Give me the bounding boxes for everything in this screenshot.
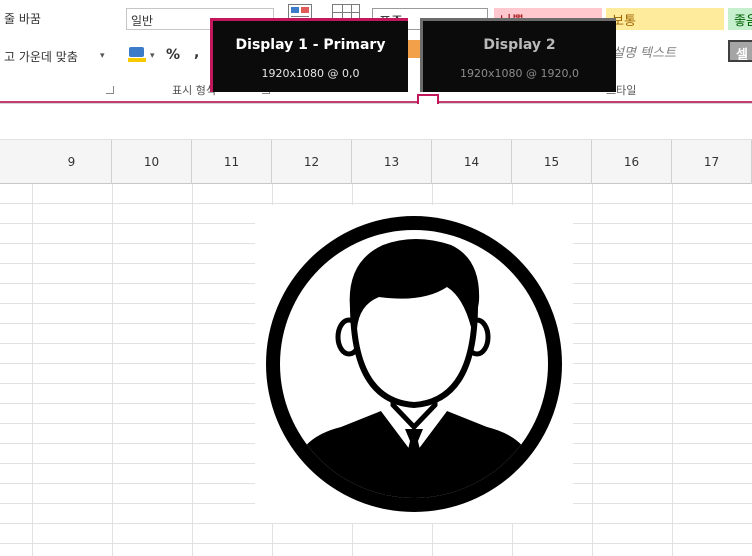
column-header[interactable]: 16 [592, 140, 672, 184]
column-header[interactable]: 15 [512, 140, 592, 184]
column-header-row: 9 10 11 12 13 14 15 16 17 [0, 140, 752, 184]
style-normal[interactable]: 보통 [606, 8, 724, 30]
merge-center-dropdown-icon[interactable]: ▾ [100, 51, 105, 61]
display-2-resolution: 1920x1080 @ 1920,0 [460, 67, 579, 80]
ribbon-accent-line [0, 101, 752, 103]
merge-center-button[interactable]: 고 가운데 맞춤 [4, 48, 78, 65]
column-header[interactable]: 9 [32, 140, 112, 184]
display-1-card[interactable]: Display 1 - Primary 1920x1080 @ 0,0 [210, 18, 408, 92]
number-format-value: 일반 [131, 14, 154, 28]
formula-bar-area[interactable] [0, 104, 752, 140]
style-check-cell[interactable]: 셀 [728, 40, 752, 62]
alignment-dialog-launcher-icon[interactable] [106, 86, 114, 94]
column-header[interactable]: 12 [272, 140, 352, 184]
accounting-format-dropdown-icon[interactable]: ▾ [150, 51, 155, 61]
style-explanatory-text[interactable]: 설명 텍스트 [606, 40, 724, 62]
display-1-title: Display 1 - Primary [235, 37, 386, 53]
column-header[interactable]: 13 [352, 140, 432, 184]
wrap-text-button[interactable]: 줄 바꿈 [4, 10, 41, 27]
comma-style-button[interactable]: , [194, 45, 199, 61]
style-good[interactable]: 좋음 [728, 8, 752, 30]
column-header[interactable]: 11 [192, 140, 272, 184]
column-header[interactable]: 14 [432, 140, 512, 184]
percent-style-button[interactable]: % [166, 47, 180, 63]
display-2-title: Display 2 [483, 37, 556, 53]
column-header[interactable]: 17 [672, 140, 752, 184]
display-1-resolution: 1920x1080 @ 0,0 [261, 67, 360, 80]
user-avatar-icon[interactable] [255, 205, 573, 523]
display-2-card[interactable]: Display 2 1920x1080 @ 1920,0 [420, 18, 616, 92]
column-header[interactable]: 10 [112, 140, 192, 184]
accounting-format-icon[interactable] [128, 46, 146, 62]
